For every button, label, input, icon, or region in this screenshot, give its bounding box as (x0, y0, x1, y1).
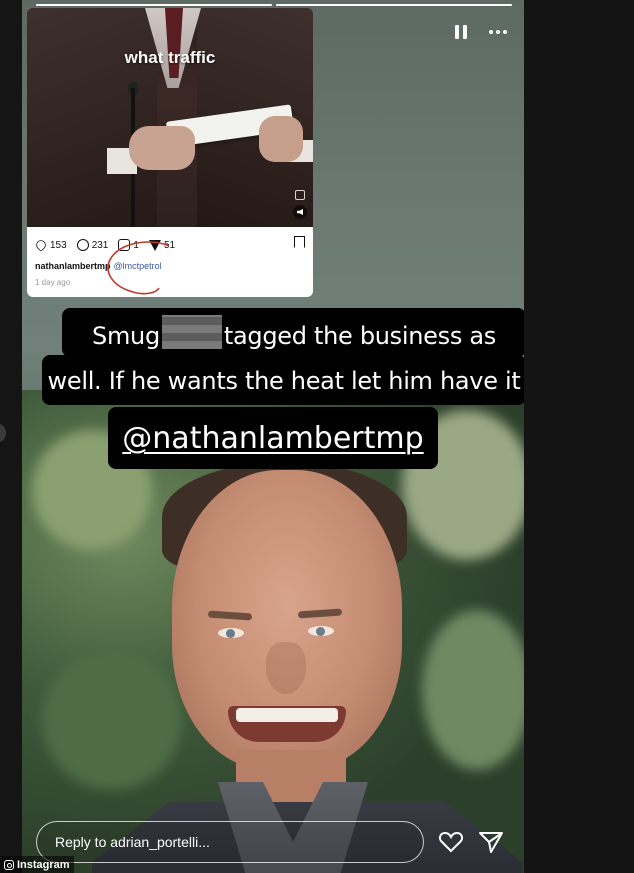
send-icon[interactable] (478, 830, 504, 854)
post-overlay-caption: what traffic (124, 48, 216, 67)
reply-input[interactable]: Reply to adrian_portelli... (36, 821, 424, 863)
story-frame[interactable]: adrian_portelli 2h (22, 0, 524, 873)
pause-icon[interactable] (450, 21, 472, 43)
share-count: 51 (163, 239, 176, 251)
share-icon (148, 239, 161, 251)
sound-icon[interactable] (293, 205, 307, 219)
comment-action[interactable]: 231 (76, 239, 109, 251)
instagram-story-viewer: adrian_portelli 2h (0, 0, 634, 873)
comment-icon (76, 239, 89, 251)
mention-sticker[interactable]: @nathanlambertmp (108, 407, 438, 469)
post-author[interactable]: nathanlambertmp (35, 261, 111, 271)
story-progress-bar (36, 4, 512, 6)
text-sticker-line-2[interactable]: well. If he wants the heat let him have … (42, 355, 524, 405)
right-gutter (524, 0, 634, 873)
post-media[interactable]: what traffic (27, 8, 313, 227)
shared-post-card[interactable]: what traffic 153 231 1 51 nathanlambertm… (27, 8, 313, 297)
redaction-block (161, 315, 222, 349)
post-mention-link[interactable]: @lmctpetrol (114, 261, 162, 271)
text-sticker-line-1[interactable]: Smug tagged the business as (62, 308, 524, 357)
left-gutter (0, 0, 22, 873)
previous-story-handle[interactable] (0, 423, 6, 443)
instagram-icon (4, 859, 14, 870)
post-caption: nathanlambertmp @lmctpetrol (35, 261, 162, 271)
comment-count: 231 (91, 239, 109, 251)
post-actions: 153 231 1 51 (34, 236, 305, 254)
media-indicator-icon (295, 190, 305, 200)
mention-link[interactable]: @nathanlambertmp (108, 421, 438, 456)
heart-icon (34, 238, 48, 252)
sticker-text-line-2: well. If he wants the heat let him have … (47, 367, 521, 395)
repost-count: 1 (133, 239, 139, 251)
sticker-text-rest: tagged the business as (223, 322, 496, 350)
bookmark-icon[interactable] (294, 236, 305, 249)
instagram-watermark: Instagram (0, 856, 74, 873)
progress-segment (276, 4, 512, 6)
repost-icon (118, 239, 131, 251)
watermark-label: Instagram (17, 858, 70, 871)
heart-icon[interactable] (438, 830, 464, 854)
like-count: 153 (50, 239, 67, 251)
repost-action[interactable]: 1 (118, 239, 139, 251)
sticker-text-smug: Smug (92, 322, 160, 350)
progress-segment (36, 4, 272, 6)
post-date: 1 day ago (35, 278, 71, 287)
more-options-icon[interactable] (484, 21, 512, 43)
like-action[interactable]: 153 (34, 238, 67, 252)
share-action[interactable]: 51 (148, 239, 176, 251)
